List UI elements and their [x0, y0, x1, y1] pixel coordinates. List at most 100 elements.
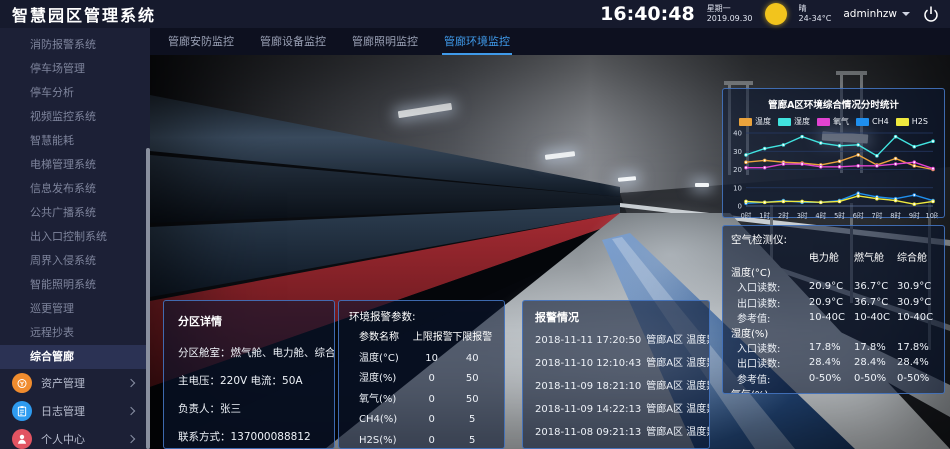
- weather-block: 晴 24-34°C: [799, 4, 832, 25]
- tab-4[interactable]: 管廊环境监控: [442, 28, 512, 55]
- sidebar-scrollbar[interactable]: [146, 148, 150, 449]
- air-value: 30.9°C: [897, 279, 936, 294]
- svg-text:9时: 9时: [909, 211, 920, 220]
- air-value: 17.8%: [809, 340, 854, 355]
- header: 智慧园区管理系统 16:40:48 星期一 2019.09.30 晴 24-34…: [0, 0, 950, 28]
- alarm-time: 2018-11-11 17:20:50: [535, 335, 641, 346]
- air-panel-title: 空气检测仪:: [731, 232, 936, 247]
- svg-text:0: 0: [738, 203, 742, 211]
- zone-row: 负责人：张三: [178, 395, 320, 423]
- assets-icon: [12, 373, 32, 393]
- tab-1[interactable]: 管廊安防监控: [166, 28, 236, 55]
- log-icon: [12, 401, 32, 421]
- sidebar-group-1[interactable]: 资产管理: [0, 369, 150, 397]
- sidebar-item[interactable]: 电梯管理系统: [0, 153, 150, 177]
- params-header: 下限报警: [450, 328, 494, 349]
- sidebar-item[interactable]: 远程抄表: [0, 321, 150, 345]
- sidebar-item[interactable]: 公共广播系统: [0, 201, 150, 225]
- params-header: 参数名称: [349, 328, 413, 349]
- air-value: 20.9°C: [809, 295, 854, 310]
- tab-2[interactable]: 管廊设备监控: [258, 28, 328, 55]
- svg-text:20: 20: [733, 166, 742, 174]
- env-chart-panel: 管廊A区环境综合情况分时统计 温度湿度氧气CH4H2S 0102030400时1…: [722, 88, 945, 218]
- svg-text:10时: 10时: [926, 211, 938, 220]
- alarm-list: 2018-11-11 17:20:50管廊A区 温度异常2018-11-10 1…: [535, 329, 697, 449]
- air-row-label: 出口读数:: [731, 355, 809, 370]
- sidebar-item[interactable]: 信息发布系统: [0, 177, 150, 201]
- params-header: 上限报警: [413, 328, 451, 349]
- air-row-label: 参考值:: [731, 371, 809, 386]
- chevron-right-icon: [127, 435, 135, 443]
- sidebar-item[interactable]: 视频监控系统: [0, 105, 150, 129]
- sidebar-item-label: 公共广播系统: [30, 206, 96, 219]
- zone-row: 主电压：220V 电流：50A: [178, 367, 320, 395]
- air-section-name: 氧气(%): [731, 386, 936, 394]
- zone-panel-title: 分区详情: [178, 313, 320, 329]
- sidebar-item[interactable]: 综合管廊: [0, 345, 150, 369]
- power-button[interactable]: [922, 5, 940, 23]
- sidebar-item-label: 巡更管理: [30, 302, 74, 315]
- sidebar-item[interactable]: 停车分析: [0, 81, 150, 105]
- params-table: 参数名称上限报警下限报警温度(°C)1040湿度(%)050氧气(%)050CH…: [349, 328, 494, 449]
- air-detector-panel: 空气检测仪: 电力舱燃气舱综合舱温度(°C)入口读数:20.9°C36.7°C3…: [722, 225, 945, 394]
- sidebar-item-label: 视频监控系统: [30, 110, 96, 123]
- sidebar-item[interactable]: 巡更管理: [0, 297, 150, 321]
- zone-row: 联系方式：137000088812: [178, 423, 320, 449]
- zone-rows: 分区舱室：燃气舱、电力舱、综合舱主电压：220V 电流：50A负责人：张三联系方…: [178, 339, 320, 449]
- params-value: 5: [450, 410, 494, 431]
- username-label: adminhzw: [843, 8, 897, 20]
- sidebar-menu: 消防报警系统停车场管理停车分析视频监控系统智慧能耗电梯管理系统信息发布系统公共广…: [0, 33, 150, 369]
- sidebar-item[interactable]: 消防报警系统: [0, 33, 150, 57]
- air-row-label: 入口读数:: [731, 340, 809, 355]
- legend-item: 湿度: [778, 116, 810, 127]
- sidebar: 消防报警系统停车场管理停车分析视频监控系统智慧能耗电梯管理系统信息发布系统公共广…: [0, 28, 150, 449]
- legend-label: 温度: [755, 116, 771, 127]
- params-value: 0: [413, 410, 451, 431]
- tab-3[interactable]: 管廊照明监控: [350, 28, 420, 55]
- alarm-time: 2018-11-09 18:21:10: [535, 381, 641, 392]
- svg-text:2时: 2时: [778, 211, 789, 220]
- sidebar-item[interactable]: 出入口控制系统: [0, 225, 150, 249]
- air-value: 28.4%: [854, 355, 897, 370]
- air-value: 0-50%: [854, 371, 897, 386]
- params-name: 氧气(%): [349, 390, 413, 411]
- sidebar-item[interactable]: 周界入侵系统: [0, 249, 150, 273]
- svg-text:30: 30: [733, 148, 742, 156]
- svg-text:7时: 7时: [872, 211, 883, 220]
- air-value: 0-50%: [897, 371, 936, 386]
- tab-bar: 管廊安防监控管廊设备监控管廊照明监控管廊环境监控: [150, 28, 950, 55]
- params-value: 40: [450, 349, 494, 370]
- air-column-header: 电力舱: [809, 249, 854, 264]
- params-name: CH4(%): [349, 410, 413, 431]
- sidebar-group-2[interactable]: 日志管理: [0, 397, 150, 425]
- sidebar-item[interactable]: 停车场管理: [0, 57, 150, 81]
- sidebar-item[interactable]: 智能照明系统: [0, 273, 150, 297]
- alarm-text: 管廊A区 温度异常: [646, 404, 710, 415]
- user-menu[interactable]: adminhzw: [843, 8, 910, 20]
- legend-item: 温度: [739, 116, 771, 127]
- weather-label: 晴: [799, 4, 832, 14]
- air-value: 36.7°C: [854, 295, 897, 310]
- svg-text:8时: 8时: [890, 211, 901, 220]
- sidebar-item[interactable]: 智慧能耗: [0, 129, 150, 153]
- sidebar-item-label: 远程抄表: [30, 326, 74, 339]
- legend-swatch: [896, 118, 909, 126]
- sidebar-group-label: 资产管理: [41, 375, 128, 391]
- svg-text:0时: 0时: [741, 211, 752, 220]
- alarm-time: 2018-11-08 09:21:13: [535, 427, 641, 438]
- air-column-header: 综合舱: [897, 249, 936, 264]
- sidebar-item-label: 电梯管理系统: [30, 158, 96, 171]
- sidebar-item-label: 出入口控制系统: [30, 230, 107, 243]
- air-value: 28.4%: [897, 355, 936, 370]
- air-value: 0-50%: [809, 371, 854, 386]
- params-value: 0: [413, 390, 451, 411]
- sidebar-group-3[interactable]: 个人中心: [0, 425, 150, 449]
- air-value: 17.8%: [897, 340, 936, 355]
- params-value: 0: [413, 431, 451, 449]
- legend-item: 氧气: [817, 116, 849, 127]
- app-title: 智慧园区管理系统: [12, 2, 156, 26]
- params-panel-title: 环境报警参数:: [349, 309, 494, 324]
- air-value: 36.7°C: [854, 279, 897, 294]
- air-value: 10-40C: [809, 310, 854, 325]
- svg-text:40: 40: [733, 130, 742, 138]
